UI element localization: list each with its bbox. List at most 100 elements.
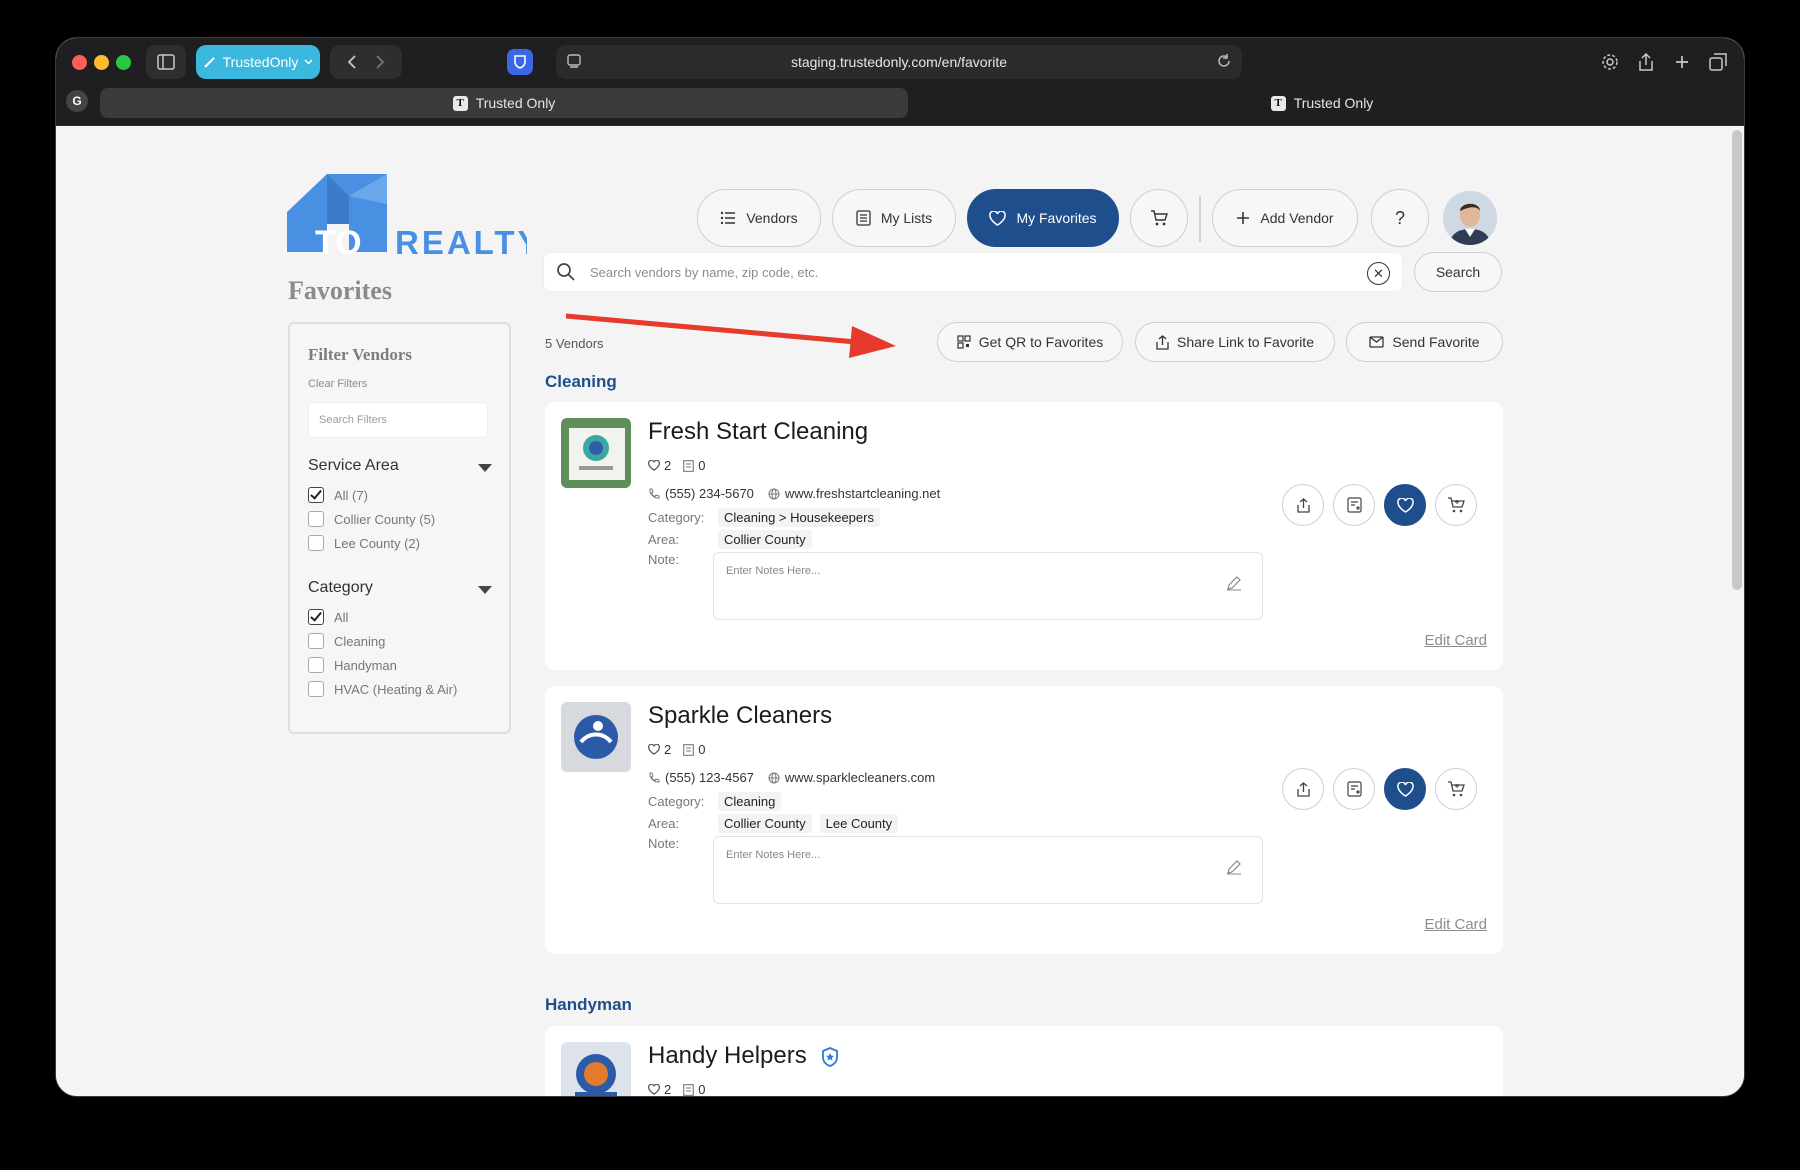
add-to-list-button[interactable] <box>1333 484 1375 526</box>
filter-option-handyman[interactable]: Handyman <box>308 657 397 673</box>
tab-overview-button[interactable] <box>1698 45 1738 79</box>
nav-my-favorites-button[interactable]: My Favorites <box>967 189 1119 247</box>
scrollbar[interactable] <box>1732 130 1742 590</box>
cart-button[interactable] <box>1130 189 1188 247</box>
settings-button[interactable] <box>1590 45 1630 79</box>
vendor-phone[interactable]: (555) 123-4567 <box>648 770 754 785</box>
vendor-logo[interactable] <box>561 702 631 772</box>
vendor-website[interactable]: www.sparklecleaners.com <box>768 770 935 785</box>
vendor-search-bar[interactable]: Search vendors by name, zip code, etc. ✕ <box>543 252 1403 292</box>
category-tag: Cleaning <box>718 792 782 811</box>
checkbox[interactable] <box>308 681 324 697</box>
heart-icon <box>648 460 660 471</box>
checkbox[interactable] <box>308 535 324 551</box>
filter-search-input[interactable]: Search Filters <box>308 402 488 438</box>
add-vendor-button[interactable]: Add Vendor <box>1212 189 1358 247</box>
heart-icon <box>1396 781 1414 797</box>
wand-icon <box>203 57 215 68</box>
nav-my-lists-button[interactable]: My Lists <box>832 189 956 247</box>
share-vendor-button[interactable] <box>1282 768 1324 810</box>
filter-option-hvac[interactable]: HVAC (Heating & Air) <box>308 681 457 697</box>
to-realty-logo[interactable]: TO REALTY <box>287 174 527 264</box>
vendor-contact: (555) 234-5670 www.freshstartcleaning.ne… <box>648 486 940 501</box>
list-icon <box>683 743 695 756</box>
clear-filters-link[interactable]: Clear Filters <box>308 378 367 390</box>
note-input[interactable]: Enter Notes Here... <box>713 836 1263 904</box>
caret-down-icon[interactable] <box>478 464 492 472</box>
pencil-icon[interactable] <box>1226 575 1242 591</box>
share-icon <box>1156 334 1169 350</box>
add-to-list-button[interactable] <box>1333 768 1375 810</box>
checkbox[interactable] <box>308 609 324 625</box>
vendor-area-row: Area: Collier County <box>648 530 820 549</box>
zoom-window-button[interactable] <box>116 55 131 70</box>
edit-card-link[interactable]: Edit Card <box>1424 632 1487 649</box>
share-vendor-button[interactable] <box>1282 484 1324 526</box>
pencil-icon[interactable] <box>1226 859 1242 875</box>
page-menu-icon[interactable] <box>566 53 582 69</box>
back-icon[interactable] <box>347 55 357 69</box>
service-area-heading[interactable]: Service Area <box>308 457 399 475</box>
note-input[interactable]: Enter Notes Here... <box>713 552 1263 620</box>
list-icon <box>721 211 736 225</box>
tab-trusted-only[interactable]: T Trusted Only <box>912 88 1732 118</box>
bitwarden-extension-button[interactable] <box>507 49 533 75</box>
checkbox[interactable] <box>308 487 324 503</box>
note-placeholder: Enter Notes Here... <box>726 849 821 861</box>
tab-label: Trusted Only <box>475 95 556 111</box>
address-bar[interactable]: staging.trustedonly.com/en/favorite <box>556 45 1242 79</box>
filter-option-lee[interactable]: Lee County (2) <box>308 535 420 551</box>
help-button[interactable]: ? <box>1371 189 1429 247</box>
vendor-website[interactable]: www.freshstartcleaning.net <box>768 486 940 501</box>
nav-my-favorites-label: My Favorites <box>1016 210 1097 226</box>
filter-option-cleaning[interactable]: Cleaning <box>308 633 385 649</box>
favorite-toggle-button[interactable] <box>1384 768 1426 810</box>
edit-card-link[interactable]: Edit Card <box>1424 916 1487 933</box>
checkbox[interactable] <box>308 657 324 673</box>
note-placeholder: Enter Notes Here... <box>726 565 821 577</box>
filter-option-all-categories[interactable]: All <box>308 609 348 625</box>
group-heading-handyman: Handyman <box>545 995 632 1014</box>
filter-option-collier[interactable]: Collier County (5) <box>308 511 435 527</box>
new-tab-button[interactable] <box>1662 45 1702 79</box>
clear-search-icon[interactable]: ✕ <box>1367 262 1390 285</box>
search-button[interactable]: Search <box>1414 252 1502 292</box>
add-to-cart-button[interactable] <box>1435 484 1477 526</box>
vendor-name[interactable]: Fresh Start Cleaning <box>648 418 868 446</box>
vendor-phone[interactable]: (555) 234-5670 <box>648 486 754 501</box>
vendor-logo[interactable] <box>561 418 631 488</box>
area-tag: Collier County <box>718 530 812 549</box>
add-to-cart-button[interactable] <box>1435 768 1477 810</box>
cart-icon <box>1151 210 1168 226</box>
share-link-button[interactable]: Share Link to Favorite <box>1135 322 1335 362</box>
share-page-button[interactable] <box>1626 45 1666 79</box>
phone-text: (555) 234-5670 <box>665 486 754 501</box>
favorites-count: 2 <box>664 742 672 757</box>
caret-down-icon[interactable] <box>478 586 492 594</box>
send-favorite-button[interactable]: Send Favorite <box>1346 322 1503 362</box>
vendor-card: Fresh Start Cleaning 2 0 (555) 234-5670 … <box>545 402 1503 670</box>
vendor-name[interactable]: Handy Helpers <box>648 1042 839 1070</box>
sidebar-toggle-button[interactable] <box>146 45 186 79</box>
chevron-down-icon <box>304 59 313 65</box>
minimize-window-button[interactable] <box>94 55 109 70</box>
vendor-name[interactable]: Sparkle Cleaners <box>648 702 832 730</box>
filter-option-label: HVAC (Heating & Air) <box>334 681 458 697</box>
favorite-toggle-button[interactable] <box>1384 484 1426 526</box>
category-heading[interactable]: Category <box>308 579 373 597</box>
profile-button[interactable]: TrustedOnly <box>196 45 320 79</box>
tab-trusted-only-active[interactable]: T Trusted Only <box>100 88 908 118</box>
forward-icon[interactable] <box>375 55 385 69</box>
vendor-logo[interactable] <box>561 1042 631 1096</box>
checkbox[interactable] <box>308 511 324 527</box>
verified-shield-icon <box>822 1046 839 1067</box>
close-window-button[interactable] <box>72 55 87 70</box>
checkbox[interactable] <box>308 633 324 649</box>
google-icon[interactable]: G <box>66 90 88 112</box>
reload-icon[interactable] <box>1216 53 1232 69</box>
get-qr-button[interactable]: Get QR to Favorites <box>937 322 1123 362</box>
filter-option-all-areas[interactable]: All (7) <box>308 487 368 503</box>
nav-vendors-button[interactable]: Vendors <box>697 189 821 247</box>
annotation-arrow-icon <box>566 313 896 358</box>
user-avatar[interactable] <box>1443 191 1497 245</box>
